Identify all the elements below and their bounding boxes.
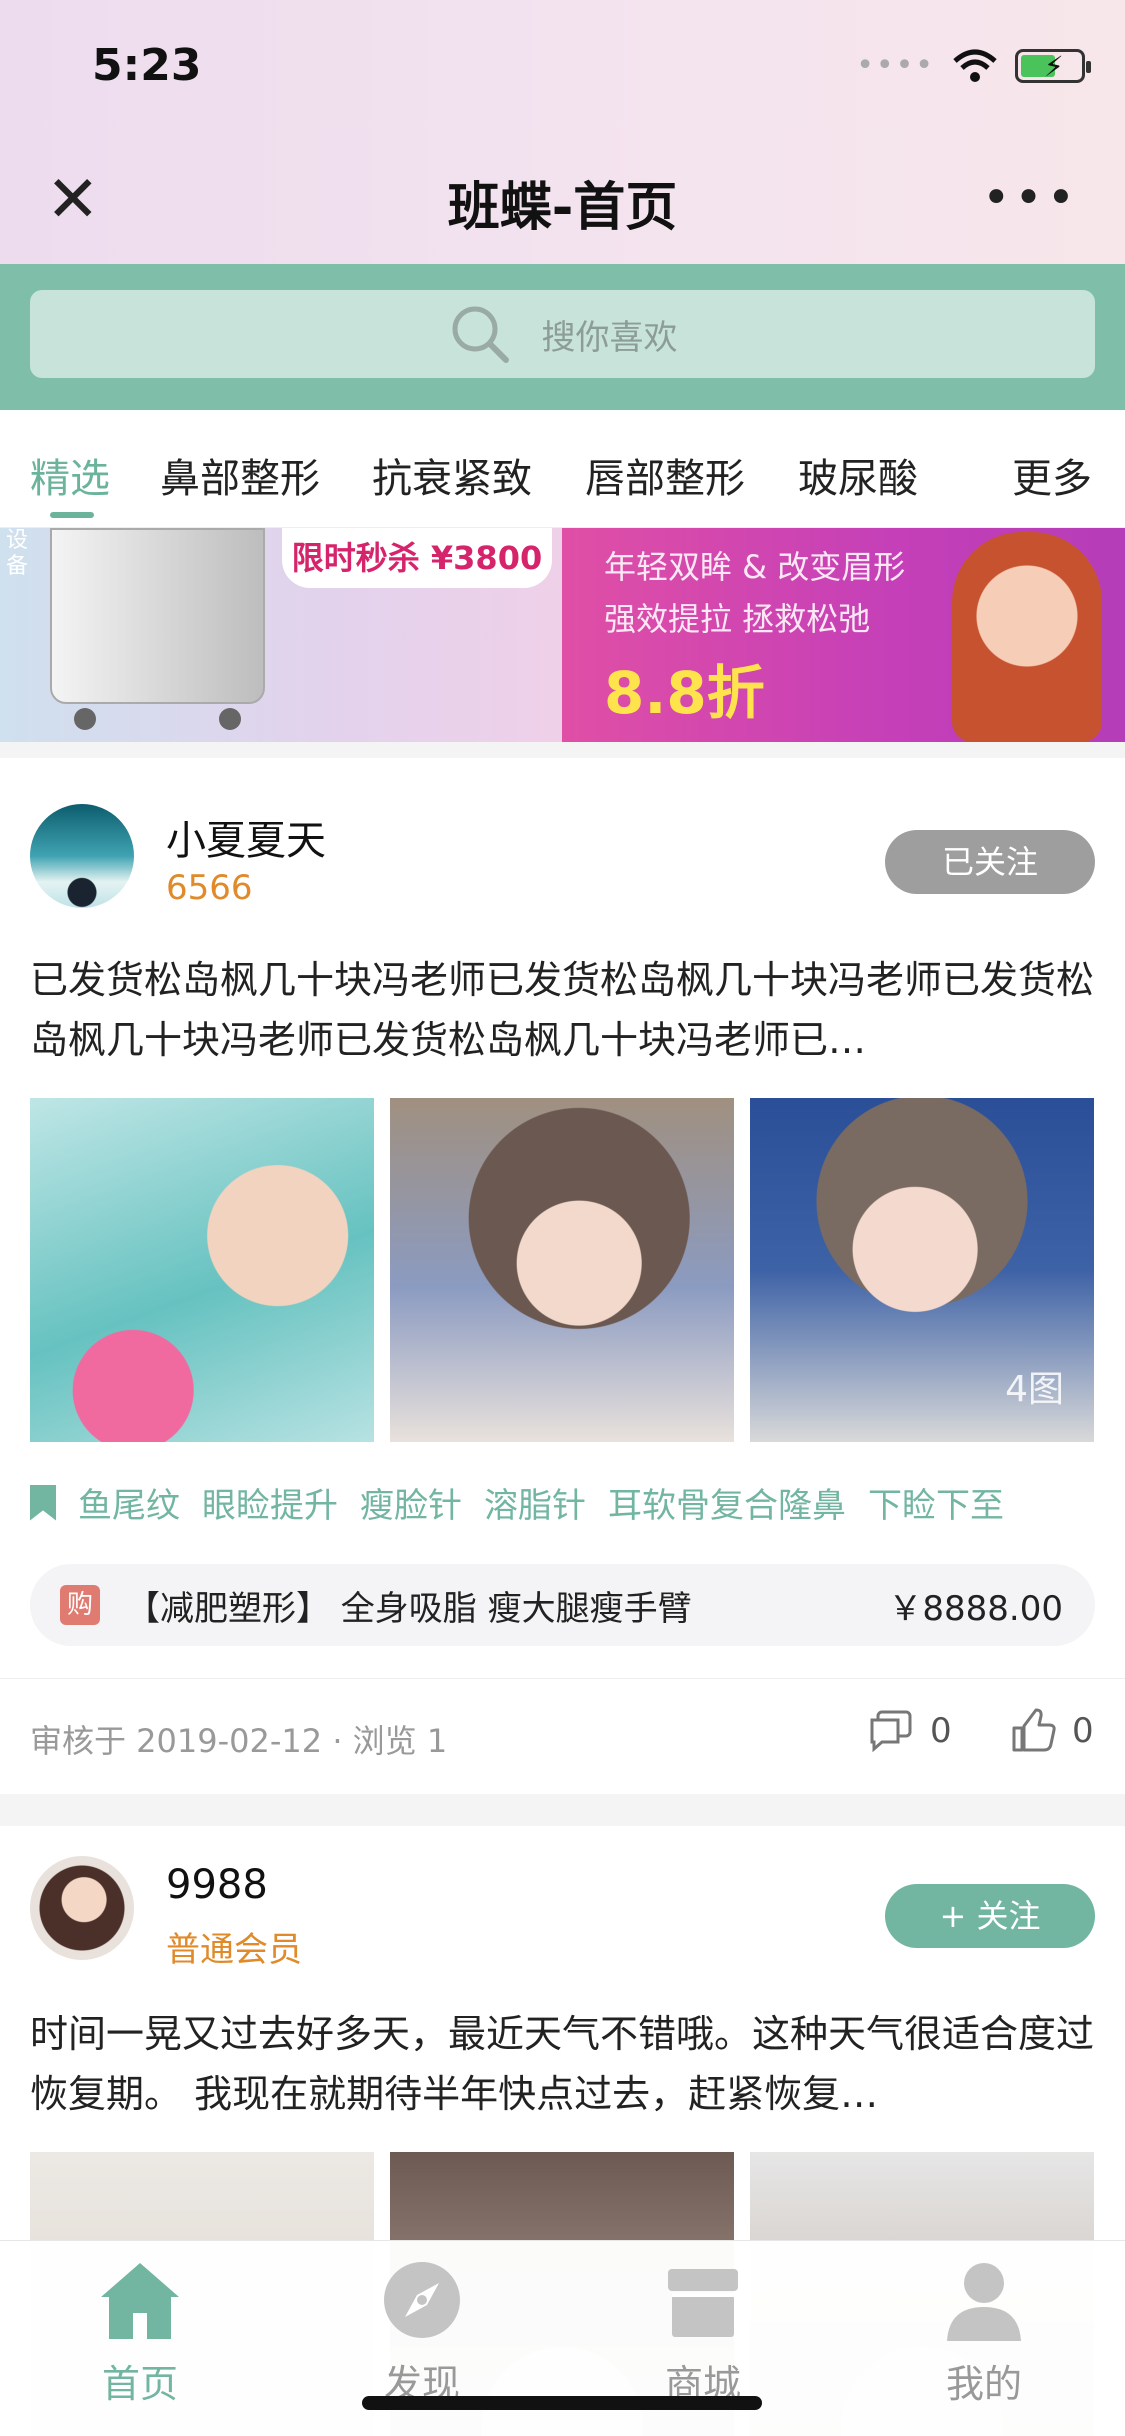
tab-more[interactable]: 更多 [1012, 446, 1092, 504]
page-title: 班蝶-首页 [447, 178, 678, 238]
banner-right-panel: 年轻双眸 & 改变眉形 强效提拉 拯救松弛 8.8折 [562, 528, 1125, 742]
post-photo[interactable] [390, 1098, 734, 1442]
wifi-icon [953, 49, 997, 82]
banner-discount: 8.8折 [604, 659, 765, 727]
product-name: 【减肥塑形】 全身吸脂 瘦大腿瘦手臂 [126, 1588, 692, 1629]
status-time: 5:23 [92, 40, 202, 91]
search-input[interactable]: 搜你喜欢 [30, 290, 1095, 378]
post-card[interactable]: 小夏夏天 6566 已关注 已发货松岛枫几十块冯老师已发货松岛枫几十块冯老师已发… [0, 758, 1125, 1794]
model-face-image [952, 532, 1102, 742]
banner-side-text: 设备 [6, 528, 29, 579]
tabbar-home[interactable]: 首页 [40, 2255, 240, 2408]
tag[interactable]: 瘦脸针 [360, 1478, 462, 1527]
tab-lips[interactable]: 唇部整形 [585, 446, 745, 504]
post-username[interactable]: 9988 [166, 1862, 268, 1908]
tab-antiaging[interactable]: 抗衰紧致 [372, 446, 532, 504]
top-bar: 5:23 •••• ⚡ ✕ 班蝶-首页 ••• [0, 0, 1125, 264]
divider [0, 742, 1125, 758]
battery-icon: ⚡ [1015, 48, 1091, 83]
tabbar-label: 我的 [945, 2362, 1022, 2406]
home-icon [101, 2263, 179, 2339]
tag[interactable]: 溶脂针 [484, 1478, 586, 1527]
active-tab-indicator [50, 512, 94, 518]
divider [0, 1678, 1125, 1679]
tab-hyaluronic[interactable]: 玻尿酸 [798, 446, 918, 504]
post-text[interactable]: 已发货松岛枫几十块冯老师已发货松岛枫几十块冯老师已发货松岛枫几十块冯老师已发货松… [30, 950, 1095, 1070]
avatar[interactable] [30, 1856, 134, 1960]
status-icons: •••• ⚡ [856, 48, 1091, 83]
promo-banner[interactable]: 设备 限时秒杀 ¥3800 年轻双眸 & 改变眉形 强效提拉 拯救松弛 8.8折 [0, 528, 1125, 742]
following-button[interactable]: 已关注 [885, 830, 1095, 894]
suitcase-image [50, 528, 265, 730]
profile-icon [947, 2263, 1021, 2341]
post-username[interactable]: 小夏夏天 [166, 808, 326, 866]
bookmark-icon [30, 1484, 56, 1521]
banner-line2: 强效提拉 拯救松弛 [604, 600, 871, 638]
linked-product[interactable]: 购 【减肥塑形】 全身吸脂 瘦大腿瘦手臂 ￥8888.00 [30, 1564, 1095, 1646]
search-section: 搜你喜欢 [0, 264, 1125, 410]
post-text[interactable]: 时间一晃又过去好多天，最近天气不错哦。这种天气很适合度过恢复期。 我现在就期待半… [30, 2004, 1095, 2124]
search-placeholder: 搜你喜欢 [541, 317, 678, 358]
tabbar-label: 首页 [101, 2362, 178, 2406]
comment-icon [870, 1710, 912, 1753]
comment-button[interactable]: 0 [868, 1708, 952, 1754]
like-button[interactable]: 0 [1010, 1708, 1094, 1754]
post-photos: 4图 [30, 1098, 1095, 1442]
product-price: ￥8888.00 [888, 1588, 1063, 1629]
tab-featured[interactable]: 精选 [30, 446, 110, 504]
search-icon [452, 306, 509, 363]
post-user-subline: 普通会员 [166, 1930, 302, 1970]
post-tags: 鱼尾纹 眼睑提升 瘦脸针 溶脂针 耳软骨复合隆鼻 下睑下至 [30, 1478, 1095, 1527]
comment-count: 0 [930, 1711, 952, 1751]
home-indicator [362, 2396, 762, 2410]
app-root: 5:23 •••• ⚡ ✕ 班蝶-首页 ••• 搜你喜欢 精选 鼻部整形 抗衰紧… [0, 0, 1125, 2436]
tabbar-discover[interactable]: 发现 [322, 2255, 522, 2408]
discover-icon [384, 2262, 460, 2338]
tag[interactable]: 耳软骨复合隆鼻 [608, 1478, 846, 1527]
store-icon [668, 2269, 738, 2337]
banner-line1: 年轻双眸 & 改变眉形 [604, 548, 906, 586]
avatar[interactable] [30, 804, 134, 908]
tabbar-store[interactable]: 商城 [603, 2255, 803, 2408]
divider [0, 1794, 1125, 1826]
flash-sale-tag: 限时秒杀 ¥3800 [282, 528, 552, 588]
follow-button[interactable]: + 关注 [885, 1884, 1095, 1948]
post-user-subline: 6566 [166, 868, 253, 908]
like-count: 0 [1072, 1711, 1094, 1751]
post-photo[interactable]: 4图 [750, 1098, 1094, 1442]
photo-count-badge: 4图 [1005, 1369, 1064, 1410]
post-photo[interactable] [30, 1098, 374, 1442]
category-tabs: 精选 鼻部整形 抗衰紧致 唇部整形 玻尿酸 更多 [0, 410, 1125, 528]
more-options-button[interactable]: ••• [982, 170, 1079, 226]
tag[interactable]: 鱼尾纹 [78, 1478, 180, 1527]
buy-badge-icon: 购 [60, 1585, 100, 1625]
tag[interactable]: 下睑下至 [868, 1478, 1004, 1527]
tabbar-profile[interactable]: 我的 [884, 2255, 1084, 2408]
signal-icon: •••• [856, 48, 935, 83]
post-meta: 审核于 2019-02-12 · 浏览 1 [30, 1722, 448, 1760]
tag[interactable]: 眼睑提升 [202, 1478, 338, 1527]
thumbs-up-icon [1012, 1708, 1056, 1752]
tab-nose[interactable]: 鼻部整形 [160, 446, 320, 504]
banner-left-panel: 设备 限时秒杀 ¥3800 [0, 528, 562, 742]
